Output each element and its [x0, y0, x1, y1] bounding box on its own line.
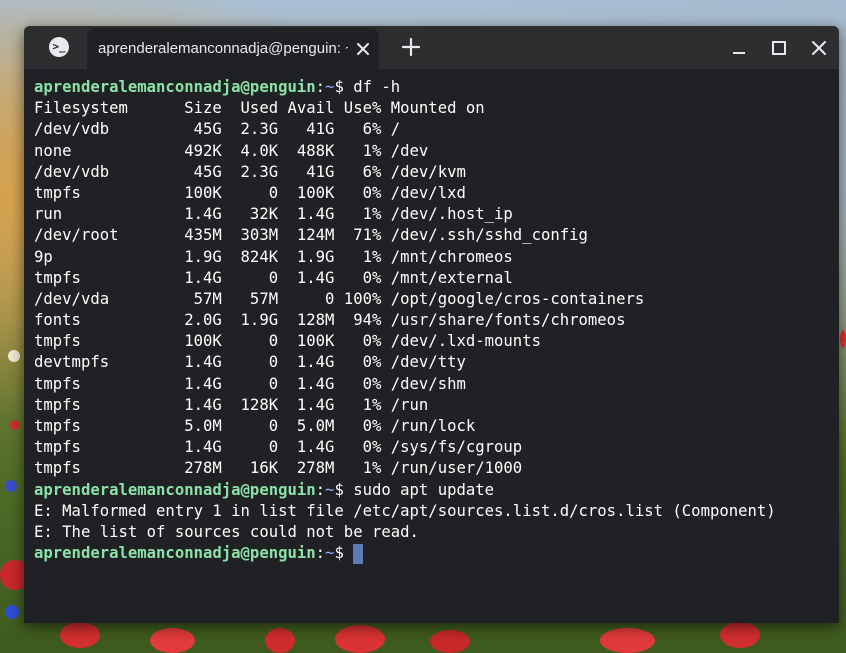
output-line: tmpfs 1.4G 128K 1.4G 1% /run: [34, 395, 429, 414]
prompt-separator: :: [315, 544, 326, 563]
output-line: run 1.4G 32K 1.4G 1% /dev/.host_ip: [34, 205, 513, 224]
wallpaper-flower: [60, 622, 100, 648]
prompt-user: aprenderalemanconnadja@penguin: [34, 544, 316, 563]
command-text: sudo apt update: [353, 480, 495, 499]
tab-terminal[interactable]: aprenderalemanconnadja@penguin: ~: [87, 28, 379, 69]
wallpaper-flower: [265, 628, 295, 653]
output-line: /dev/vda 57M 57M 0 100% /opt/google/cros…: [34, 289, 645, 308]
wallpaper-flower: [720, 622, 760, 648]
output-line: devtmpfs 1.4G 0 1.4G 0% /dev/tty: [34, 353, 466, 372]
wallpaper-flower: [5, 480, 17, 492]
wallpaper-flower: [5, 605, 19, 619]
wallpaper-flower: [840, 330, 846, 348]
output-line: tmpfs 100K 0 100K 0% /dev/.lxd-mounts: [34, 332, 541, 351]
output-line: tmpfs 5.0M 0 5.0M 0% /run/lock: [34, 417, 476, 435]
tab-title: aprenderalemanconnadja@penguin: ~: [98, 40, 348, 57]
prompt-symbol: $: [334, 480, 354, 499]
minimize-icon[interactable]: [727, 36, 751, 60]
prompt-symbol: $: [334, 544, 354, 563]
plus-icon[interactable]: [400, 36, 422, 58]
prompt-line: aprenderalemanconnadja@penguin:~$: [34, 543, 834, 565]
output-line: /dev/root 435M 303M 124M 71% /dev/.ssh/s…: [34, 226, 588, 245]
terminal-app-icon[interactable]: >_: [49, 37, 69, 57]
terminal-output[interactable]: aprenderalemanconnadja@penguin:~$ df -h F…: [34, 77, 834, 565]
close-icon[interactable]: [353, 39, 373, 59]
wallpaper-flower: [8, 350, 20, 362]
output-line: 9p 1.9G 824K 1.9G 1% /mnt/chromeos: [34, 247, 513, 266]
output-line: E: Malformed entry 1 in list file /etc/a…: [34, 501, 776, 520]
output-line: none 492K 4.0K 488K 1% /dev: [34, 141, 429, 160]
output-line: E: The list of sources could not be read…: [34, 522, 419, 541]
output-line: tmpfs 1.4G 0 1.4G 0% /dev/shm: [34, 374, 466, 393]
command-text: df -h: [353, 78, 401, 96]
prompt-user: aprenderalemanconnadja@penguin: [34, 78, 316, 96]
wallpaper-flower: [430, 630, 470, 653]
wallpaper-flower: [150, 628, 195, 653]
prompt-user: aprenderalemanconnadja@penguin: [34, 480, 316, 499]
output-line: /dev/vdb 45G 2.3G 41G 6% /dev/kvm: [34, 162, 466, 181]
output-line: tmpfs 1.4G 0 1.4G 0% /mnt/external: [34, 268, 513, 287]
prompt-line: aprenderalemanconnadja@penguin:~$ df -h: [34, 77, 834, 98]
output-line: tmpfs 278M 16K 278M 1% /run/user/1000: [34, 459, 523, 478]
close-icon[interactable]: [807, 36, 831, 60]
output-line: fonts 2.0G 1.9G 128M 94% /usr/share/font…: [34, 311, 626, 330]
prompt-symbol: $: [334, 78, 354, 96]
prompt-separator: :: [315, 78, 326, 96]
text-cursor[interactable]: [353, 544, 364, 565]
output-line: tmpfs 1.4G 0 1.4G 0% /sys/fs/cgroup: [34, 438, 523, 457]
wallpaper-flower: [600, 628, 655, 653]
output-line: /dev/vdb 45G 2.3G 41G 6% /: [34, 120, 401, 139]
wallpaper-flower: [335, 625, 385, 653]
terminal-window: >_ aprenderalemanconnadja@penguin: ~ apr…: [24, 26, 839, 623]
output-line: tmpfs 100K 0 100K 0% /dev/lxd: [34, 183, 466, 202]
prompt-separator: :: [315, 480, 326, 499]
wallpaper-flower: [10, 420, 20, 430]
maximize-icon[interactable]: [767, 36, 791, 60]
prompt-line: aprenderalemanconnadja@penguin:~$ sudo a…: [34, 480, 834, 501]
output-line: Filesystem Size Used Avail Use% Mounted …: [34, 99, 485, 118]
title-bar: >_ aprenderalemanconnadja@penguin: ~: [24, 26, 839, 69]
